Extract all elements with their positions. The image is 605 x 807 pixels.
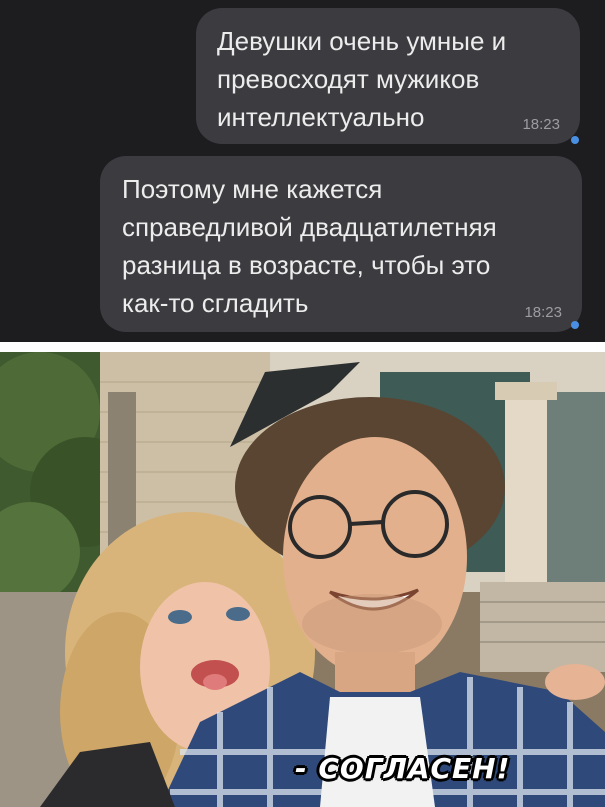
message-bubble[interactable]: Девушки очень умные и превосходят мужико… (196, 8, 580, 144)
read-indicator-icon (571, 136, 579, 144)
photo-illustration (0, 352, 605, 807)
message-bubble[interactable]: Поэтому мне кажется справедливой двадцат… (100, 156, 582, 332)
read-indicator-icon (571, 321, 579, 329)
meme-caption: - СОГЛАСЕН! (295, 752, 511, 785)
selfie-photo (0, 352, 605, 807)
chat-screenshot: Девушки очень умные и превосходят мужико… (0, 0, 605, 342)
message-text: Девушки очень умные и превосходят мужико… (217, 26, 507, 132)
message-time: 18:23 (522, 116, 560, 133)
message-time: 18:23 (524, 304, 562, 321)
message-text: Поэтому мне кажется справедливой двадцат… (122, 174, 497, 318)
